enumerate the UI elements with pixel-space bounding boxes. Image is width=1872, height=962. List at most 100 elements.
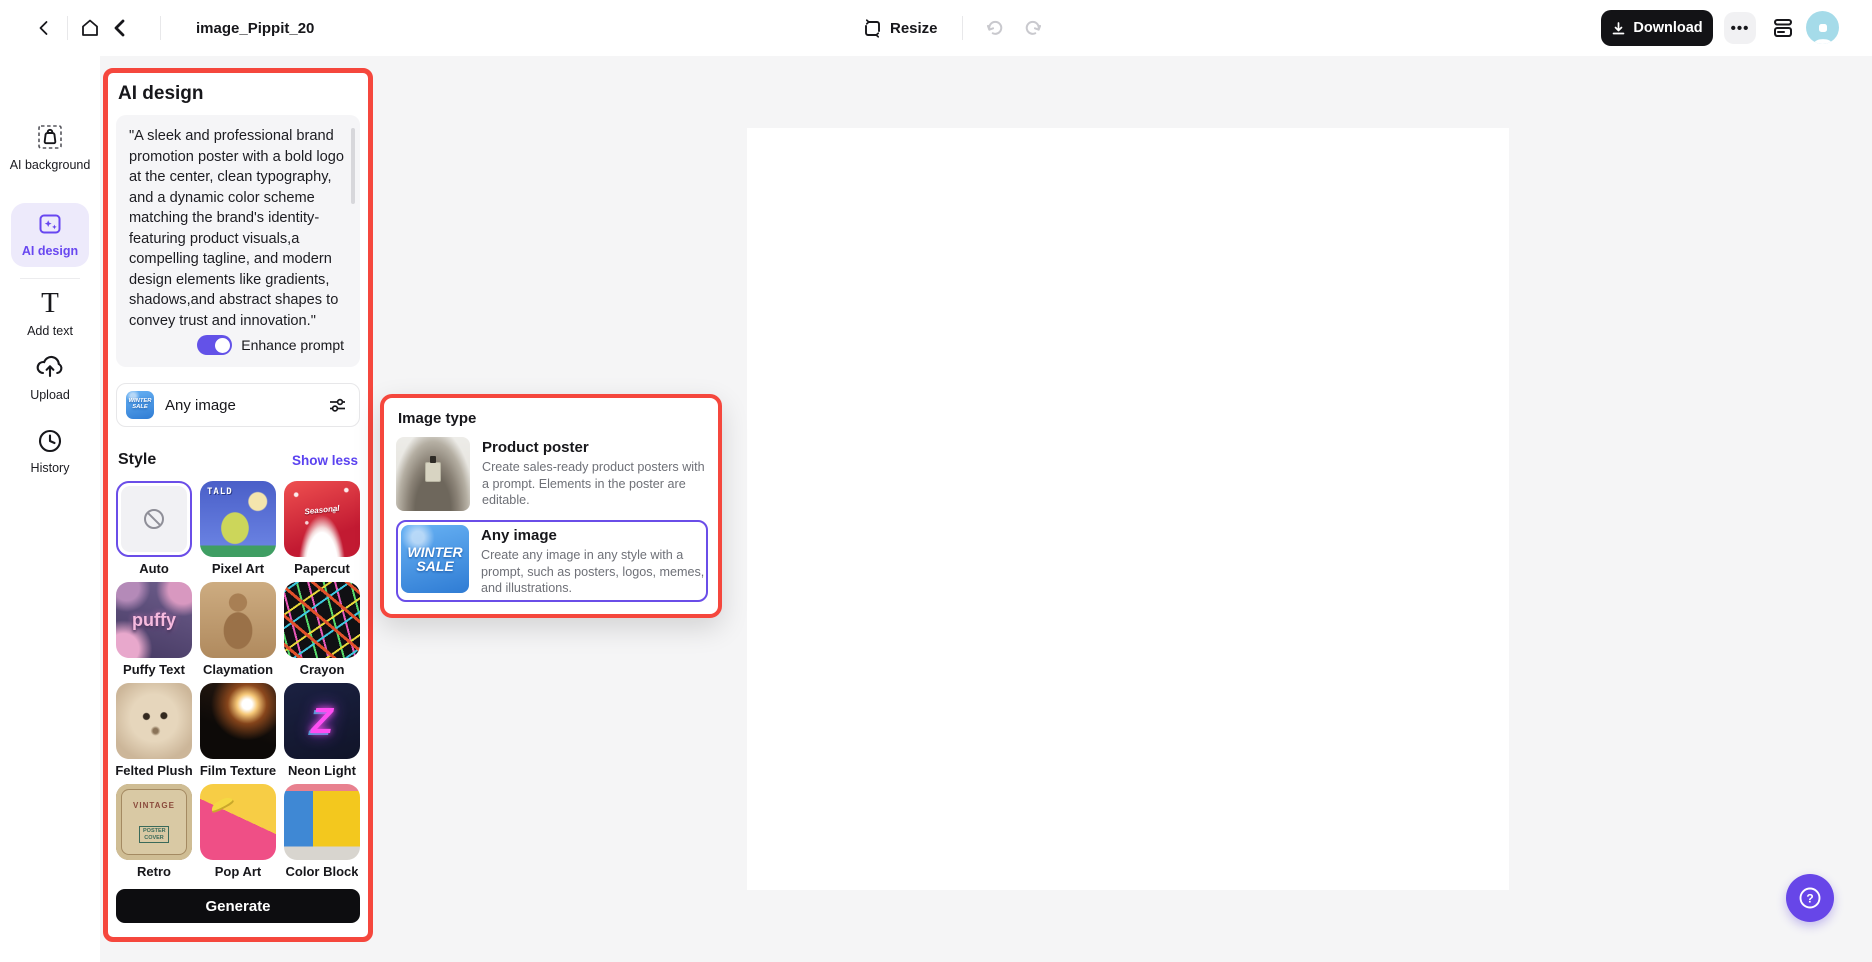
redo-icon bbox=[1025, 20, 1042, 35]
question-mark-icon: ? bbox=[1799, 887, 1821, 909]
ai-background-icon bbox=[38, 125, 62, 149]
download-button[interactable]: Download bbox=[1601, 10, 1713, 46]
divider bbox=[962, 16, 963, 40]
style-header: Style bbox=[118, 451, 157, 468]
enhance-prompt-toggle[interactable] bbox=[197, 335, 233, 355]
style-option-puffy-text[interactable]: puffy Puffy Text bbox=[116, 582, 192, 677]
option-product-poster[interactable]: Product poster Create sales-ready produc… bbox=[396, 437, 708, 511]
design-canvas[interactable] bbox=[747, 128, 1509, 890]
top-bar: image_Pippit_20 Resize Download ••• bbox=[0, 0, 1872, 56]
style-label: Felted Plush bbox=[115, 763, 193, 778]
style-option-neon-light[interactable]: Z Neon Light bbox=[284, 683, 360, 778]
style-option-pixel-art[interactable]: TALD Pixel Art bbox=[200, 481, 276, 576]
sidebar-item-ai-design[interactable]: AI design bbox=[0, 210, 100, 259]
style-label: Pixel Art bbox=[211, 561, 265, 576]
style-thumbnail-felted-plush bbox=[116, 683, 192, 759]
style-thumbnail-crayon bbox=[284, 582, 360, 658]
sidebar-item-history[interactable]: History bbox=[0, 427, 100, 476]
option-any-image[interactable]: WINTER SALE Any image Create any image i… bbox=[396, 520, 708, 603]
divider bbox=[160, 16, 161, 40]
style-label: Papercut bbox=[294, 561, 350, 576]
style-option-retro[interactable]: VINTAGE POSTER COVER Retro bbox=[116, 784, 192, 879]
prompt-scrollbar[interactable] bbox=[351, 128, 355, 204]
sidebar-item-upload[interactable]: Upload bbox=[0, 352, 100, 403]
toggle-knob bbox=[214, 337, 230, 353]
style-label: Auto bbox=[139, 561, 169, 576]
style-option-papercut[interactable]: Seasonal Papercut bbox=[284, 481, 360, 576]
style-label: Pop Art bbox=[214, 864, 262, 879]
enhance-prompt-row: Enhance prompt bbox=[129, 335, 344, 355]
option-description: Create sales-ready product posters with … bbox=[482, 460, 705, 508]
style-thumbnail-pop-art bbox=[200, 784, 276, 860]
style-option-film-texture[interactable]: Film Texture bbox=[200, 683, 276, 778]
more-options-button[interactable]: ••• bbox=[1724, 12, 1756, 44]
thumbnail-text: SALE bbox=[416, 558, 454, 574]
thumbnail-text: TALD bbox=[207, 487, 233, 497]
undo-button[interactable] bbox=[980, 14, 1008, 42]
back-button[interactable] bbox=[30, 14, 58, 42]
style-thumbnail-neon-light: Z bbox=[284, 683, 360, 759]
ai-design-panel: AI design "A sleek and professional bran… bbox=[103, 68, 373, 942]
redo-button[interactable] bbox=[1020, 14, 1048, 42]
collapse-back-button[interactable] bbox=[106, 14, 134, 42]
style-label: Film Texture bbox=[199, 763, 277, 778]
sidebar-item-label: Add text bbox=[27, 324, 73, 338]
chevron-left-bold-icon bbox=[114, 19, 125, 37]
history-icon bbox=[38, 429, 62, 453]
settings-sliders-icon[interactable] bbox=[328, 396, 347, 415]
style-header-row: Style Show less bbox=[118, 451, 358, 469]
resize-label: Resize bbox=[890, 19, 938, 37]
chevron-left-icon bbox=[39, 21, 48, 35]
style-thumbnail-puffy-text: puffy bbox=[116, 582, 192, 658]
enhance-prompt-label: Enhance prompt bbox=[241, 337, 344, 353]
style-option-crayon[interactable]: Crayon bbox=[284, 582, 360, 677]
thumbnail-text: WINTER bbox=[407, 544, 463, 560]
panel-title: AI design bbox=[118, 83, 204, 104]
style-thumbnail-papercut: Seasonal bbox=[284, 481, 360, 557]
undo-icon bbox=[986, 20, 1003, 35]
style-thumbnail-auto bbox=[116, 481, 192, 557]
generate-button[interactable]: Generate bbox=[116, 889, 360, 923]
show-less-link[interactable]: Show less bbox=[292, 453, 358, 468]
style-option-color-block[interactable]: Color Block bbox=[284, 784, 360, 879]
sidebar-item-label: AI design bbox=[21, 244, 79, 258]
thumbnail-text: puffy bbox=[132, 609, 176, 630]
image-type-selected-label: Any image bbox=[165, 396, 236, 414]
avatar[interactable] bbox=[1806, 11, 1839, 44]
resize-button[interactable]: Resize bbox=[862, 12, 938, 44]
thumbnail-text: VINTAGE bbox=[133, 801, 175, 810]
style-thumbnail-color-block bbox=[284, 784, 360, 860]
product-poster-thumbnail bbox=[396, 437, 470, 511]
style-thumbnail-film-texture bbox=[200, 683, 276, 759]
resize-icon bbox=[865, 18, 880, 38]
home-button[interactable] bbox=[76, 14, 104, 42]
sidebar-item-ai-background[interactable]: AI background bbox=[0, 122, 100, 173]
document-title[interactable]: image_Pippit_20 bbox=[196, 0, 314, 56]
style-label: Retro bbox=[137, 864, 171, 879]
upload-icon bbox=[36, 355, 63, 378]
sidebar-item-label: Upload bbox=[30, 388, 70, 402]
print-icon bbox=[1774, 19, 1792, 37]
style-label: Claymation bbox=[202, 662, 274, 677]
popup-title: Image type bbox=[398, 410, 477, 427]
sidebar-item-label: History bbox=[30, 461, 70, 475]
style-option-felted-plush[interactable]: Felted Plush bbox=[115, 683, 193, 778]
sidebar-item-add-text[interactable]: T Add text bbox=[0, 288, 100, 339]
print-button[interactable] bbox=[1768, 13, 1798, 43]
prompt-card: "A sleek and professional brand promotio… bbox=[116, 115, 360, 367]
image-type-selector[interactable]: WINTER SALE Any image bbox=[116, 383, 360, 427]
style-option-pop-art[interactable]: Pop Art bbox=[200, 784, 276, 879]
home-icon bbox=[82, 19, 98, 36]
style-option-auto[interactable]: Auto bbox=[116, 481, 192, 576]
style-label: Crayon bbox=[299, 662, 345, 677]
style-label: Puffy Text bbox=[123, 662, 185, 677]
option-title: Any image bbox=[481, 527, 557, 544]
prompt-textarea[interactable]: "A sleek and professional brand promotio… bbox=[129, 126, 350, 329]
help-button[interactable]: ? bbox=[1786, 874, 1834, 922]
style-thumbnail-pixel-art: TALD bbox=[200, 481, 276, 557]
style-option-claymation[interactable]: Claymation bbox=[200, 582, 276, 677]
any-image-thumbnail: WINTER SALE bbox=[401, 525, 469, 593]
ai-design-icon bbox=[39, 214, 61, 234]
any-image-thumbnail: WINTER SALE bbox=[126, 391, 154, 419]
style-grid: Auto TALD Pixel Art Seasonal Papercut pu… bbox=[115, 481, 360, 885]
